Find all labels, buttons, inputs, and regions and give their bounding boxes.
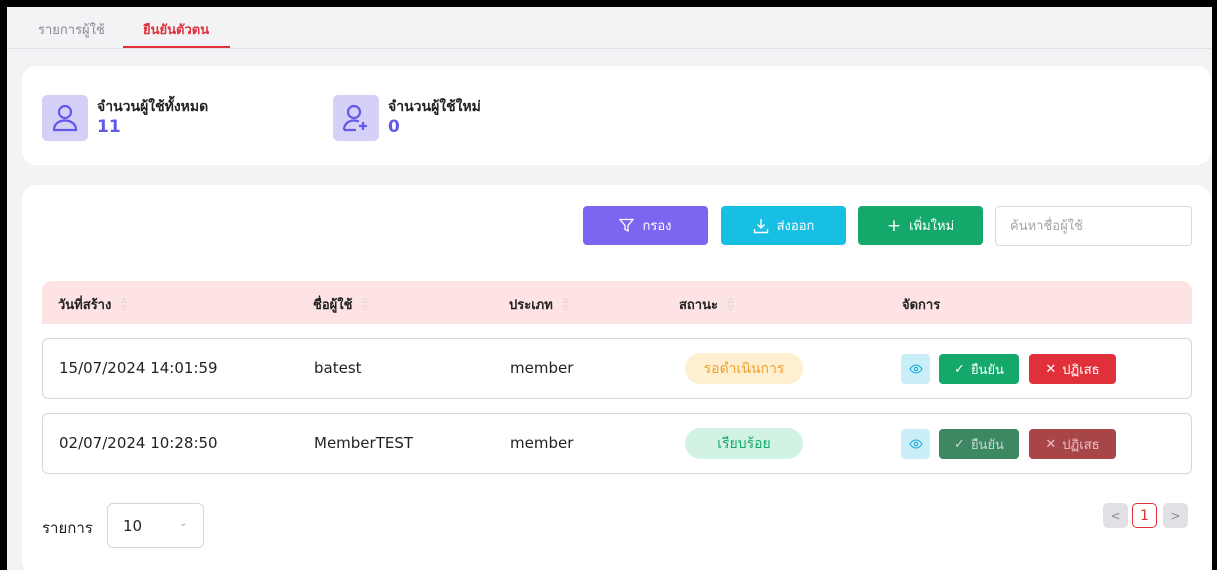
filter-button-label: กรอง xyxy=(642,219,672,234)
eye-icon xyxy=(908,364,923,374)
plus-icon: + xyxy=(886,215,902,236)
rows-per-page-select[interactable]: 10 ⌄ xyxy=(107,503,204,548)
chevron-down-icon: ⌄ xyxy=(179,518,188,529)
tab-verify-identity[interactable]: ยืนยันตัวตน xyxy=(143,19,209,40)
view-button[interactable] xyxy=(901,429,930,459)
confirm-button[interactable]: ✓ ยืนยัน xyxy=(939,354,1019,384)
prev-page-button[interactable]: < xyxy=(1103,503,1128,528)
reject-button: ✕ ปฏิเสธ xyxy=(1029,429,1116,459)
cell-username: MemberTEST xyxy=(314,434,414,452)
next-page-button[interactable]: > xyxy=(1163,503,1188,528)
reject-button-label: ปฏิเสธ xyxy=(1062,362,1100,378)
view-button[interactable] xyxy=(901,354,930,384)
export-button-label: ส่งออก xyxy=(776,219,815,234)
column-type[interactable]: ประเภท △ ▽ xyxy=(509,294,568,315)
filter-icon xyxy=(619,218,635,233)
active-tab-underline xyxy=(123,46,230,48)
confirm-button-label: ยืนยัน xyxy=(970,362,1004,378)
export-button[interactable]: ส่งออก xyxy=(721,206,846,245)
rows-per-page-label: รายการ xyxy=(42,519,93,537)
confirm-button-label: ยืนยัน xyxy=(970,437,1004,453)
stat-total-label: จำนวนผู้ใช้ทั้งหมด xyxy=(97,99,209,115)
status-badge: เรียบร้อย xyxy=(685,428,803,459)
eye-icon xyxy=(908,439,923,449)
download-icon xyxy=(753,218,768,233)
add-new-button[interactable]: + เพิ่มใหม่ xyxy=(858,206,983,245)
x-icon: ✕ xyxy=(1045,436,1057,452)
cell-type: member xyxy=(510,434,574,452)
chevron-left-icon: < xyxy=(1110,508,1121,523)
sort-icon[interactable]: △ ▽ xyxy=(362,297,367,312)
filter-button[interactable]: กรอง xyxy=(583,206,708,245)
add-new-button-label: เพิ่มใหม่ xyxy=(909,219,955,234)
search-input[interactable] xyxy=(995,206,1192,246)
column-username[interactable]: ชื่อผู้ใช้ △ ▽ xyxy=(313,294,368,315)
table-row: 15/07/2024 14:01:59 batest member รอดำเน… xyxy=(42,338,1192,399)
user-plus-icon xyxy=(333,95,379,141)
stat-total-value: 11 xyxy=(97,117,121,137)
cell-created: 02/07/2024 10:28:50 xyxy=(59,434,218,452)
confirm-button: ✓ ยืนยัน xyxy=(939,429,1019,459)
sort-icon[interactable]: △ ▽ xyxy=(121,297,126,312)
status-badge: รอดำเนินการ xyxy=(685,353,803,384)
stats-card: จำนวนผู้ใช้ทั้งหมด 11 จำนวนผู้ใช้ใหม่ 0 xyxy=(22,66,1211,165)
reject-button-label: ปฏิเสธ xyxy=(1062,437,1100,453)
sort-icon[interactable]: △ ▽ xyxy=(728,297,733,312)
chevron-right-icon: > xyxy=(1170,508,1181,523)
tab-bar: รายการผู้ใช้ ยืนยันตัวตน xyxy=(7,7,1212,49)
column-created-date[interactable]: วันที่สร้าง △ ▽ xyxy=(58,294,127,315)
table-row: 02/07/2024 10:28:50 MemberTEST member เร… xyxy=(42,413,1192,474)
stat-new-value: 0 xyxy=(388,117,400,137)
cell-username: batest xyxy=(314,359,362,377)
stat-new-label: จำนวนผู้ใช้ใหม่ xyxy=(388,99,481,115)
app-frame: รายการผู้ใช้ ยืนยันตัวตน จำนวนผู้ใช้ทั้ง… xyxy=(7,7,1212,570)
cell-type: member xyxy=(510,359,574,377)
user-icon xyxy=(42,95,88,141)
cell-created: 15/07/2024 14:01:59 xyxy=(59,359,218,377)
check-icon: ✓ xyxy=(954,436,965,452)
current-page-button[interactable]: 1 xyxy=(1132,503,1157,528)
column-status[interactable]: สถานะ △ ▽ xyxy=(679,294,733,315)
sort-icon[interactable]: △ ▽ xyxy=(563,297,568,312)
tab-user-list[interactable]: รายการผู้ใช้ xyxy=(38,19,105,40)
reject-button[interactable]: ✕ ปฏิเสธ xyxy=(1029,354,1116,384)
table-header: วันที่สร้าง △ ▽ ชื่อผู้ใช้ △ ▽ ประเภท △ ▽ ส… xyxy=(42,281,1192,324)
verification-table-card: กรอง ส่งออก + เพิ่มใหม่ วันที่สร้าง △▽ ช… xyxy=(22,185,1211,570)
column-actions: จัดการ xyxy=(902,298,941,313)
x-icon: ✕ xyxy=(1045,361,1057,377)
rows-per-page-value: 10 xyxy=(123,517,143,535)
check-icon: ✓ xyxy=(954,361,965,377)
